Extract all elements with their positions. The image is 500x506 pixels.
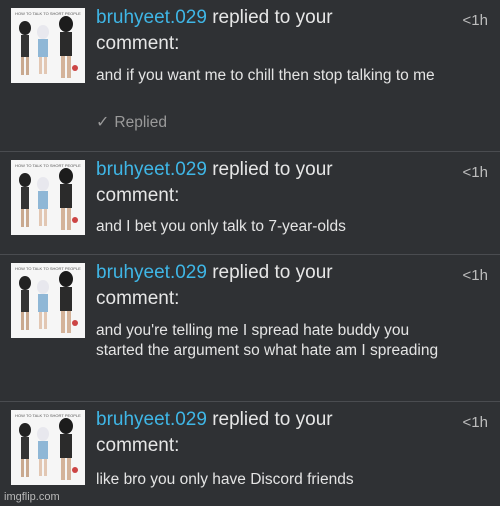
timestamp: <1h [462,414,488,431]
action-text-2: comment: [96,33,180,54]
notification-item[interactable]: HOW TO TALK TO SHORT PEOPLE bruhyeet.029… [0,255,500,402]
username-link[interactable]: bruhyeet.029 [96,409,207,430]
comment-text: and I bet you only talk to 7-year-olds [96,218,346,235]
svg-text:HOW TO TALK TO SHORT PEOPLE: HOW TO TALK TO SHORT PEOPLE [15,413,81,418]
notification-headline: bruhyeet.029 replied to your comment: [96,5,446,57]
username-link[interactable]: bruhyeet.029 [96,262,207,283]
notification-feed: HOW TO TALK TO SHORT PEOPLE bruhyeet.029… [0,0,500,506]
action-text-2: comment: [96,288,180,309]
comment-text: and you're telling me I spread hate budd… [96,322,439,359]
timestamp: <1h [462,267,488,284]
action-text-2: comment: [96,185,180,206]
action-text-2: comment: [96,435,180,456]
notification-item[interactable]: HOW TO TALK TO SHORT PEOPLE bruhyeet.029… [0,152,500,255]
timestamp: <1h [462,164,488,181]
watermark: imgflip.com [4,491,60,503]
meme-thumbnail-icon[interactable]: HOW TO TALK TO SHORT PEOPLE [11,410,85,485]
replied-status: ✓ Replied [96,112,167,132]
svg-text:HOW TO TALK TO SHORT PEOPLE: HOW TO TALK TO SHORT PEOPLE [15,11,81,16]
meme-thumbnail-icon[interactable]: HOW TO TALK TO SHORT PEOPLE [11,263,85,338]
comment-text: and if you want me to chill then stop ta… [96,67,435,84]
timestamp: <1h [462,12,488,29]
notification-headline: bruhyeet.029 replied to your comment: [96,260,446,312]
svg-text:HOW TO TALK TO SHORT PEOPLE: HOW TO TALK TO SHORT PEOPLE [15,163,81,168]
check-icon: ✓ [96,114,110,131]
action-text: replied to your [206,409,333,430]
username-link[interactable]: bruhyeet.029 [96,159,207,180]
svg-text:HOW TO TALK TO SHORT PEOPLE: HOW TO TALK TO SHORT PEOPLE [15,266,81,271]
notification-item[interactable]: HOW TO TALK TO SHORT PEOPLE bruhyeet.029… [0,0,500,152]
notification-headline: bruhyeet.029 replied to your comment: [96,157,446,209]
notification-item[interactable]: HOW TO TALK TO SHORT PEOPLE bruhyeet.029… [0,402,500,506]
notification-headline: bruhyeet.029 replied to your comment: [96,407,446,459]
username-link[interactable]: bruhyeet.029 [96,7,207,28]
meme-thumbnail-icon[interactable]: HOW TO TALK TO SHORT PEOPLE [11,8,85,83]
meme-thumbnail-icon[interactable]: HOW TO TALK TO SHORT PEOPLE [11,160,85,235]
replied-label: Replied [114,114,167,131]
action-text: replied to your [206,159,333,180]
action-text: replied to your [206,262,333,283]
action-text: replied to your [206,7,333,28]
comment-text: like bro you only have Discord friends [96,471,354,488]
